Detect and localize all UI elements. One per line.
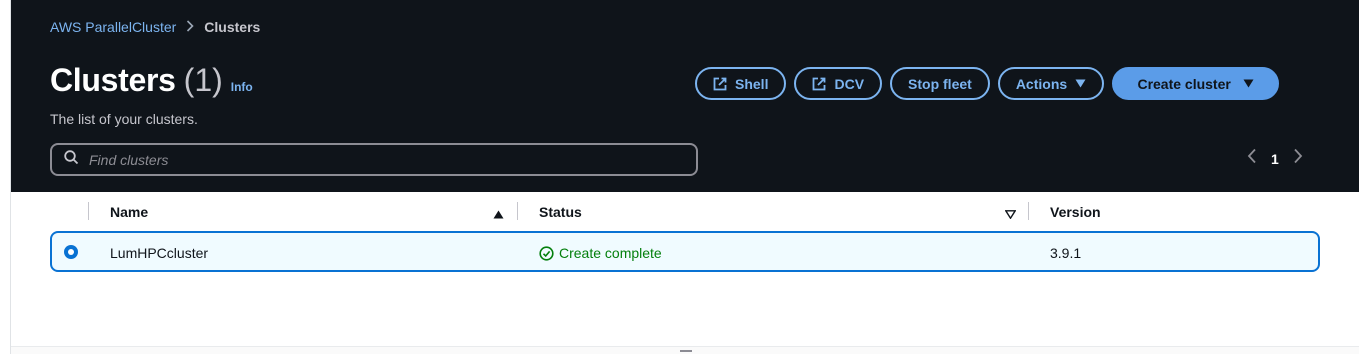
status-text: Create complete <box>559 245 662 261</box>
resize-handle[interactable] <box>680 350 692 352</box>
column-divider[interactable] <box>1028 202 1029 220</box>
pagination: 1 <box>1247 148 1303 169</box>
breadcrumb: AWS ParallelCluster Clusters <box>50 19 260 35</box>
create-cluster-button[interactable]: Create cluster <box>1112 67 1280 100</box>
column-header-version[interactable]: Version <box>1050 204 1101 220</box>
breadcrumb-current: Clusters <box>204 19 261 35</box>
status-badge: Create complete <box>539 245 662 261</box>
actions-button[interactable]: Actions <box>997 67 1105 100</box>
cluster-version: 3.9.1 <box>1050 245 1082 261</box>
page-header: AWS ParallelCluster Clusters Clusters (1… <box>11 0 1359 192</box>
page-description: The list of your clusters. <box>50 111 198 127</box>
create-cluster-button-label: Create cluster <box>1137 75 1231 92</box>
check-circle-icon <box>539 245 554 261</box>
column-header-status[interactable]: Status <box>539 204 582 220</box>
sort-descending-icon[interactable] <box>1004 206 1017 224</box>
search-input[interactable] <box>89 151 649 168</box>
caret-down-icon <box>1075 79 1086 88</box>
chevron-right-icon <box>186 19 194 35</box>
info-link[interactable]: Info <box>231 80 253 94</box>
column-header-name[interactable]: Name <box>110 204 148 220</box>
shell-button-label: Shell <box>735 75 769 92</box>
external-link-icon <box>713 77 727 91</box>
search-icon <box>64 149 79 170</box>
breadcrumb-root-link[interactable]: AWS ParallelCluster <box>50 19 176 35</box>
dcv-button-label: DCV <box>834 75 865 92</box>
current-page-number[interactable]: 1 <box>1271 151 1279 167</box>
table-header: Name Status Version <box>50 192 1320 230</box>
cluster-name: LumHPCcluster <box>110 245 209 261</box>
shell-button[interactable]: Shell <box>695 67 787 100</box>
column-divider <box>88 202 89 220</box>
page-title: Clusters <box>50 62 176 98</box>
external-link-icon <box>812 77 826 91</box>
chevron-right-icon[interactable] <box>1293 148 1303 169</box>
column-divider[interactable] <box>517 202 518 220</box>
actions-button-label: Actions <box>1015 75 1068 92</box>
sort-ascending-icon[interactable] <box>493 206 504 224</box>
chevron-left-icon[interactable] <box>1247 148 1257 169</box>
dcv-button[interactable]: DCV <box>794 67 883 100</box>
stop-fleet-button[interactable]: Stop fleet <box>890 67 990 100</box>
title-row: Clusters (1) Info <box>50 62 253 99</box>
stop-fleet-button-label: Stop fleet <box>908 75 972 92</box>
table-row[interactable]: LumHPCcluster Create complete 3.9.1 <box>50 231 1320 272</box>
cluster-count: (1) <box>183 62 223 98</box>
caret-down-icon <box>1243 79 1254 88</box>
search-box <box>50 143 698 176</box>
toolbar: Shell DCV Stop fleet Actions Create clus… <box>695 67 1280 100</box>
row-radio-button[interactable] <box>64 245 78 259</box>
